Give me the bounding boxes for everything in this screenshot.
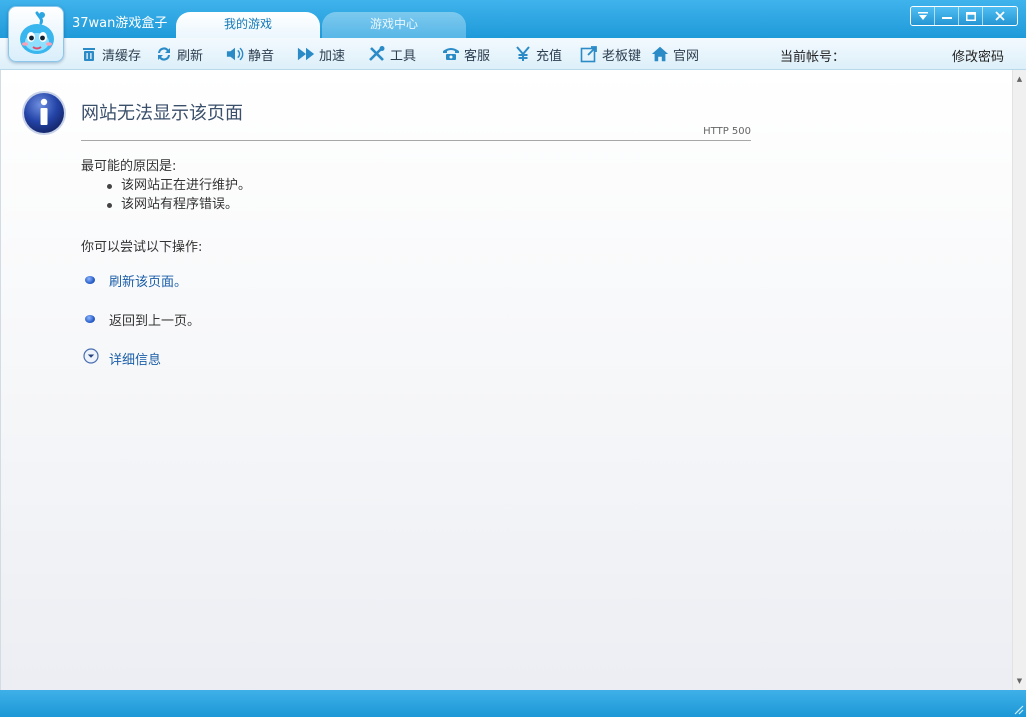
speaker-icon [226, 45, 244, 63]
boss-key-label: 老板键 [602, 48, 642, 64]
clear-cache-button[interactable]: 清缓存 [80, 44, 141, 64]
mute-button[interactable]: 静音 [226, 44, 274, 64]
tab-my-games-label: 我的游戏 [223, 17, 272, 31]
go-back-link[interactable]: 返回到上一页。 [85, 309, 200, 329]
speedup-label: 加速 [319, 48, 346, 64]
tools-label: 工具 [390, 48, 417, 64]
resize-grip-icon[interactable] [1012, 703, 1024, 715]
close-icon[interactable] [983, 7, 1017, 25]
title-divider [81, 140, 751, 141]
official-site-label: 官网 [673, 48, 700, 64]
causes-heading: 最可能的原因是: [81, 159, 177, 174]
home-icon [651, 45, 669, 63]
tools-button[interactable]: 工具 [368, 44, 416, 64]
go-back-label: 返回到上一页。 [109, 313, 201, 329]
support-button[interactable]: 客服 [442, 44, 490, 64]
official-site-button[interactable]: 官网 [651, 44, 699, 64]
mute-label: 静音 [248, 48, 275, 64]
refresh-page-label: 刷新该页面。 [109, 274, 188, 290]
scroll-down-arrow-icon[interactable]: ▼ [1013, 674, 1026, 688]
yen-icon [514, 45, 532, 63]
browser-content: 网站无法显示该页面 HTTP 500 最可能的原因是: 该网站正在进行维护。 该… [0, 70, 1012, 690]
chevron-down-icon [83, 348, 99, 368]
recharge-label: 充值 [536, 48, 563, 64]
app-title: 37wan游戏盒子 [72, 16, 168, 31]
info-icon [21, 90, 67, 136]
title-bar: 37wan游戏盒子 我的游戏 游戏中心 [0, 0, 1026, 39]
details-label: 详细信息 [109, 352, 162, 368]
minimize-icon[interactable] [935, 7, 959, 25]
support-label: 客服 [464, 48, 491, 64]
clear-cache-label: 清缓存 [102, 48, 142, 64]
refresh-label: 刷新 [177, 48, 204, 64]
tab-game-center[interactable]: 游戏中心 [322, 12, 466, 39]
bullet-icon [85, 276, 95, 284]
boss-key-icon [580, 45, 598, 63]
error-title: 网站无法显示该页面 [81, 103, 243, 124]
trash-icon [80, 45, 98, 63]
toolbar: 清缓存 刷新 静音 加速 工具 客服 充值 老板键 官网 当前帐号： 修改密码 [0, 38, 1026, 70]
tab-game-center-label: 游戏中心 [369, 17, 418, 31]
boss-key-button[interactable]: 老板键 [580, 44, 641, 64]
refresh-page-link[interactable]: 刷新该页面。 [85, 270, 187, 290]
causes-list: 该网站正在进行维护。 该网站有程序错误。 [105, 176, 251, 214]
tab-my-games[interactable]: 我的游戏 [176, 12, 320, 39]
mascot-icon [20, 11, 54, 54]
refresh-icon [155, 45, 173, 63]
tools-icon [368, 45, 386, 63]
recharge-button[interactable]: 充值 [514, 44, 562, 64]
maximize-icon[interactable] [959, 7, 983, 25]
fast-forward-icon [297, 45, 315, 63]
cause-item: 该网站正在进行维护。 [105, 176, 251, 195]
status-bar [0, 690, 1026, 717]
phone-icon [442, 45, 460, 63]
cause-item: 该网站有程序错误。 [105, 195, 251, 214]
vertical-scrollbar[interactable]: ▲ ▼ [1012, 70, 1026, 690]
speedup-button[interactable]: 加速 [297, 44, 345, 64]
refresh-button[interactable]: 刷新 [155, 44, 203, 64]
current-account-label: 当前帐号： [780, 50, 846, 65]
app-logo[interactable] [8, 6, 64, 62]
try-heading: 你可以尝试以下操作: [81, 240, 203, 255]
change-password-link[interactable]: 修改密码 [952, 46, 1004, 65]
details-toggle[interactable]: 详细信息 [83, 348, 161, 368]
scroll-up-arrow-icon[interactable]: ▲ [1013, 72, 1026, 86]
window-controls [910, 6, 1018, 26]
http-status-code: HTTP 500 [703, 126, 751, 137]
menu-icon[interactable] [911, 7, 935, 25]
bullet-icon [85, 315, 95, 323]
